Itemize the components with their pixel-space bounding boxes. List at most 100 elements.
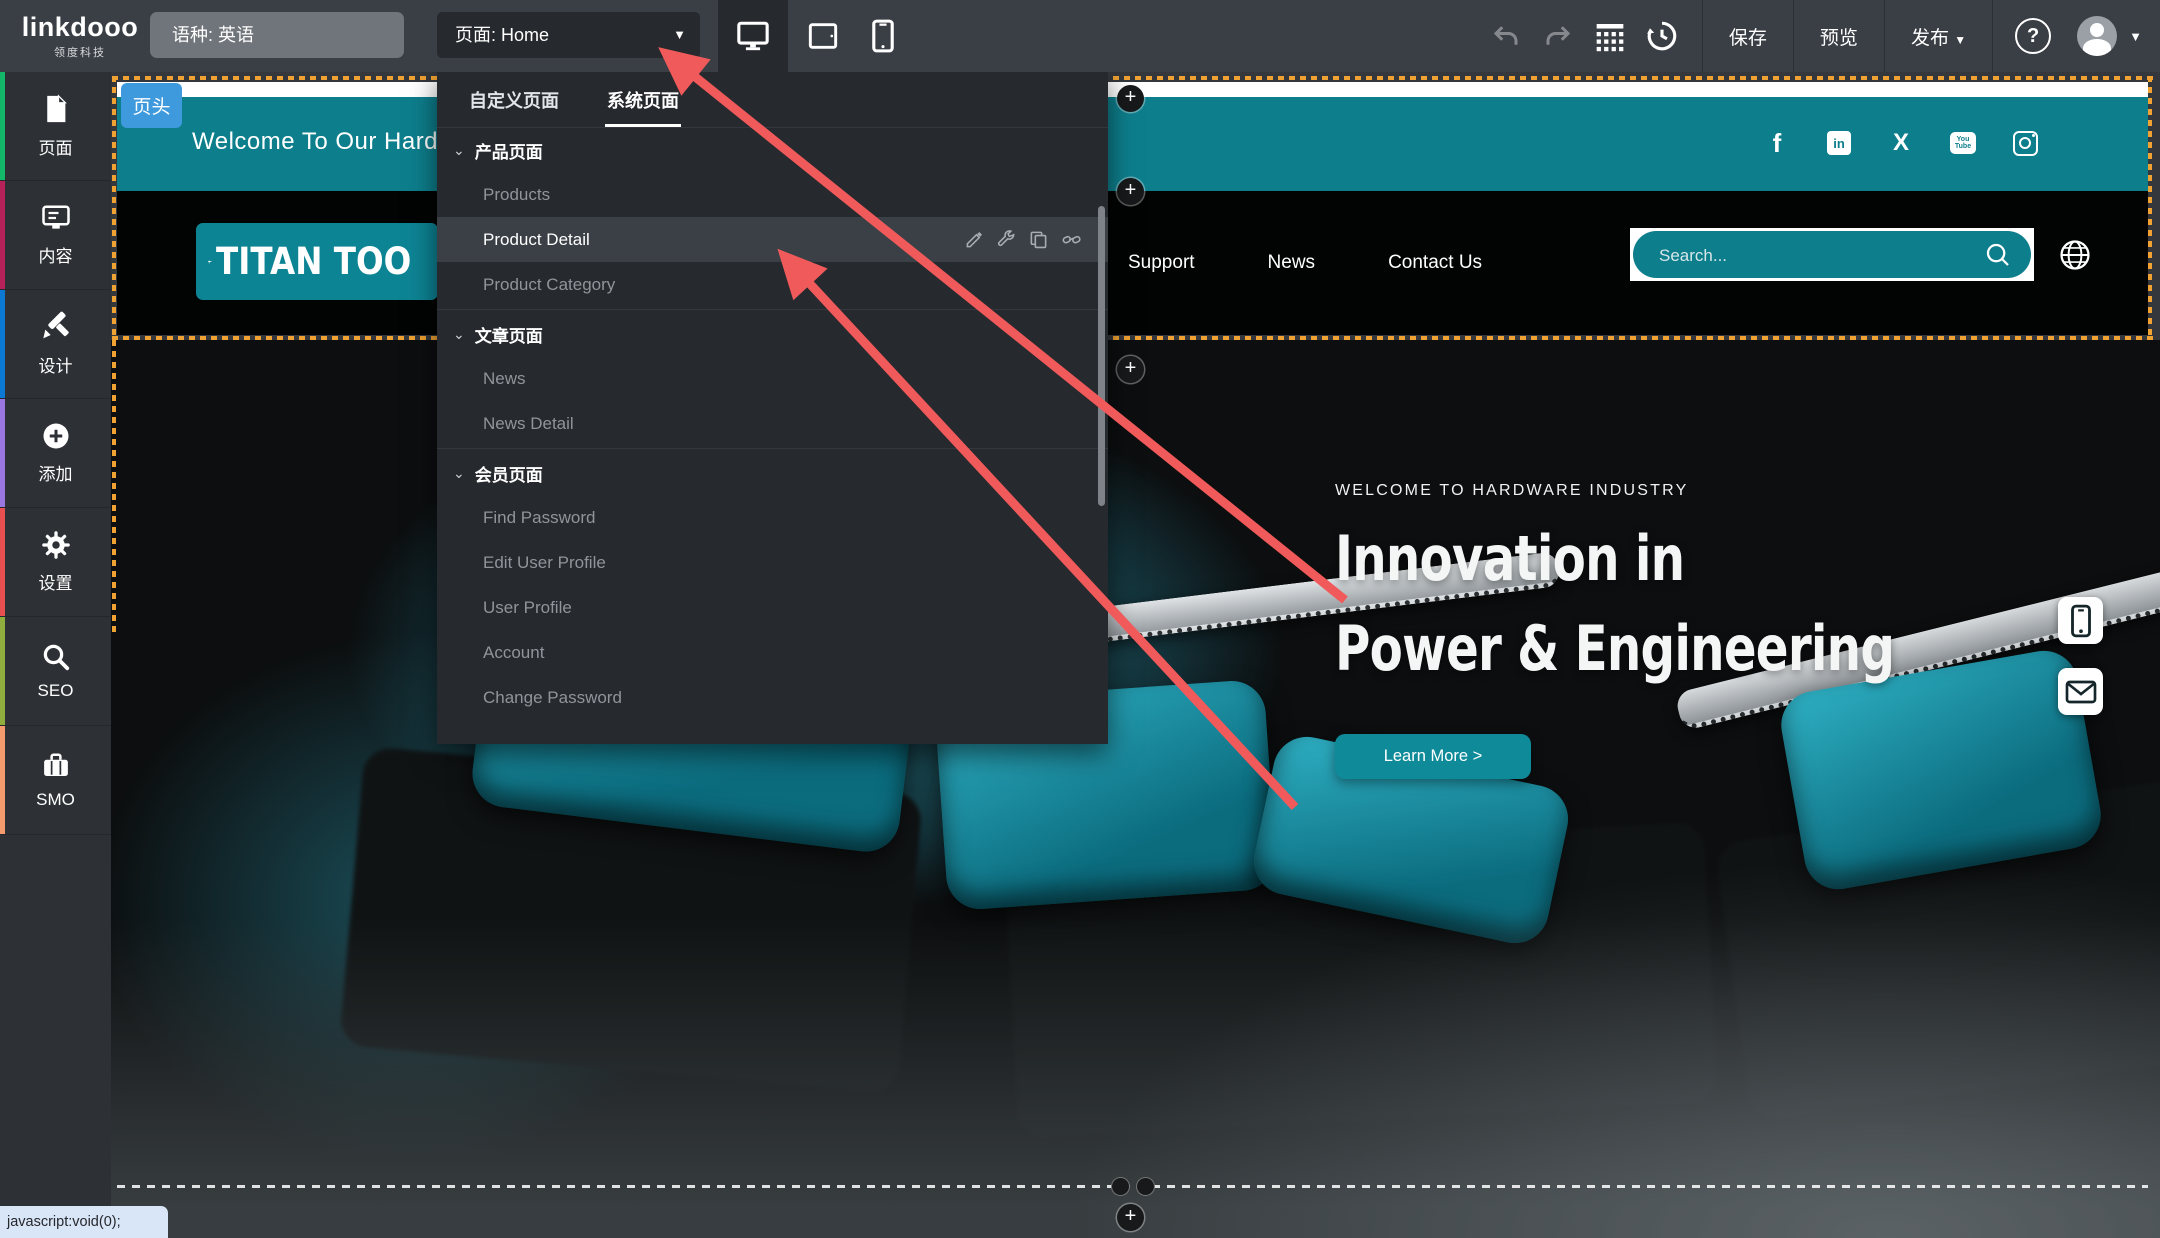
search-icon[interactable] <box>1983 240 2013 270</box>
panel-scrollbar[interactable] <box>1098 206 1105 506</box>
search-pill[interactable] <box>1633 231 2031 278</box>
publish-button[interactable]: 发布 ▼ <box>1899 23 1978 50</box>
design-icon <box>40 311 72 343</box>
site-logo[interactable]: TITAN TOO <box>196 223 438 300</box>
sidebar-item-add[interactable]: 添加 <box>0 399 111 508</box>
edit-pencil-icon[interactable] <box>965 230 984 249</box>
sidebar-item-pages[interactable]: 页面 <box>0 72 111 181</box>
drill-icon <box>208 236 212 288</box>
hero-section[interactable]: WELCOME TO HARDWARE INDUSTRY Innovation … <box>111 340 2160 1238</box>
redo-icon <box>1543 23 1573 49</box>
undo-button[interactable] <box>1486 23 1526 49</box>
selection-border-bottom <box>112 336 2153 340</box>
grid-layout-button[interactable] <box>1590 20 1630 52</box>
stripe <box>0 617 5 725</box>
app-logo: linkdooo 领度科技 <box>0 0 160 72</box>
instagram-icon[interactable] <box>2013 131 2038 156</box>
chevron-down-icon: ⌄ <box>453 142 465 159</box>
device-mobile-button[interactable] <box>848 0 918 72</box>
brand-text: TITAN TOO <box>216 240 411 283</box>
panel-divider <box>437 448 1108 449</box>
chevron-down-icon: ⌄ <box>453 326 465 343</box>
page-item-products[interactable]: Products <box>437 172 1108 217</box>
section-article-pages[interactable]: ⌄ 文章页面 <box>437 312 1108 356</box>
redo-button[interactable] <box>1538 23 1578 49</box>
nav-item-support[interactable]: Support <box>1128 252 1195 274</box>
hero-floor-graphic-2 <box>1060 858 2160 1238</box>
split-handle-dot[interactable] <box>1111 1177 1130 1196</box>
page-item-change-password[interactable]: Change Password <box>437 675 1108 720</box>
add-section-button[interactable]: + <box>1117 178 1144 205</box>
preview-button[interactable]: 预览 <box>1808 23 1870 50</box>
mobile-icon <box>870 19 896 53</box>
add-section-button[interactable]: + <box>1117 356 1144 383</box>
section-member-pages[interactable]: ⌄ 会员页面 <box>437 451 1108 495</box>
history-clock-icon <box>1645 19 1679 53</box>
history-button[interactable] <box>1642 19 1682 53</box>
link-icon[interactable] <box>1061 230 1082 249</box>
page-item-edit-user-profile[interactable]: Edit User Profile <box>437 540 1108 585</box>
app-root: Welcome To Our Hard f in X YouTube TITAN… <box>0 0 2160 1238</box>
stripe <box>0 508 5 616</box>
page-item-account[interactable]: Account <box>437 630 1108 675</box>
linkedin-icon[interactable]: in <box>1827 131 1851 155</box>
search-input[interactable] <box>1657 231 1961 280</box>
sidebar-item-seo[interactable]: SEO <box>0 617 111 726</box>
language-selector[interactable]: 语种: 英语 <box>150 12 404 58</box>
nav-item-news[interactable]: News <box>1268 252 1316 274</box>
content-icon <box>40 203 72 233</box>
preview-navbar: TITAN TOO Support News Contact Us <box>117 191 2148 335</box>
page-dropdown-panel: 自定义页面 系统页面 ⌄ 产品页面 Products Product Detai… <box>437 72 1108 744</box>
toolbar-divider <box>1884 0 1885 72</box>
nav-item-contact[interactable]: Contact Us <box>1388 252 1482 274</box>
tab-custom-pages[interactable]: 自定义页面 <box>469 72 559 127</box>
grid-icon <box>1594 20 1626 52</box>
header-section-badge[interactable]: 页头 <box>121 83 182 128</box>
sidebar-item-design[interactable]: 设计 <box>0 290 111 399</box>
smartphone-icon <box>2066 604 2096 638</box>
account-caret-icon[interactable]: ▼ <box>2129 29 2142 44</box>
split-handle-dot[interactable] <box>1136 1177 1155 1196</box>
stripe <box>0 726 5 834</box>
user-avatar[interactable] <box>2077 16 2117 56</box>
save-button[interactable]: 保存 <box>1717 23 1779 50</box>
sidebar-item-settings[interactable]: 设置 <box>0 508 111 617</box>
search-box <box>1630 228 2034 281</box>
mobile-contact-button[interactable] <box>2058 597 2103 644</box>
page-item-product-detail[interactable]: Product Detail <box>437 217 1108 262</box>
section-product-pages[interactable]: ⌄ 产品页面 <box>437 128 1108 172</box>
stripe <box>0 72 5 180</box>
learn-more-button[interactable]: Learn More > <box>1335 734 1531 779</box>
tablet-icon <box>806 20 840 52</box>
section-split-line <box>117 1185 2148 1188</box>
add-section-button[interactable]: + <box>1117 1204 1144 1231</box>
tab-system-pages[interactable]: 系统页面 <box>607 72 679 127</box>
email-contact-button[interactable] <box>2058 668 2103 715</box>
panel-tabs: 自定义页面 系统页面 <box>437 72 1108 128</box>
facebook-icon[interactable]: f <box>1764 130 1790 156</box>
page-item-product-category[interactable]: Product Category <box>437 262 1108 307</box>
seo-icon <box>41 642 71 672</box>
page-icon <box>41 93 71 125</box>
add-section-button[interactable]: + <box>1117 85 1144 112</box>
page-selector[interactable]: 页面: Home ▼ <box>437 12 700 58</box>
device-desktop-button[interactable] <box>718 0 788 72</box>
language-globe-icon[interactable] <box>2058 238 2092 272</box>
x-twitter-icon[interactable]: X <box>1888 130 1914 156</box>
page-item-news[interactable]: News <box>437 356 1108 401</box>
editor-sidebar: 页面 内容 设计 <box>0 72 111 1238</box>
youtube-icon[interactable]: YouTube <box>1950 132 1976 154</box>
desktop-icon <box>735 19 771 53</box>
help-button[interactable]: ? <box>2013 18 2053 54</box>
page-item-find-password[interactable]: Find Password <box>437 495 1108 540</box>
status-url-tooltip: javascript:void(0); <box>0 1206 168 1238</box>
hero-eyebrow: WELCOME TO HARDWARE INDUSTRY <box>1335 482 1688 500</box>
page-item-user-profile[interactable]: User Profile <box>437 585 1108 630</box>
duplicate-icon[interactable] <box>1029 230 1048 249</box>
sidebar-item-smo[interactable]: SMO <box>0 726 111 835</box>
page-item-news-detail[interactable]: News Detail <box>437 401 1108 446</box>
sidebar-item-content[interactable]: 内容 <box>0 181 111 290</box>
selection-border-top <box>112 76 2153 80</box>
wrench-icon[interactable] <box>997 230 1016 249</box>
selection-border-right <box>2148 76 2152 338</box>
